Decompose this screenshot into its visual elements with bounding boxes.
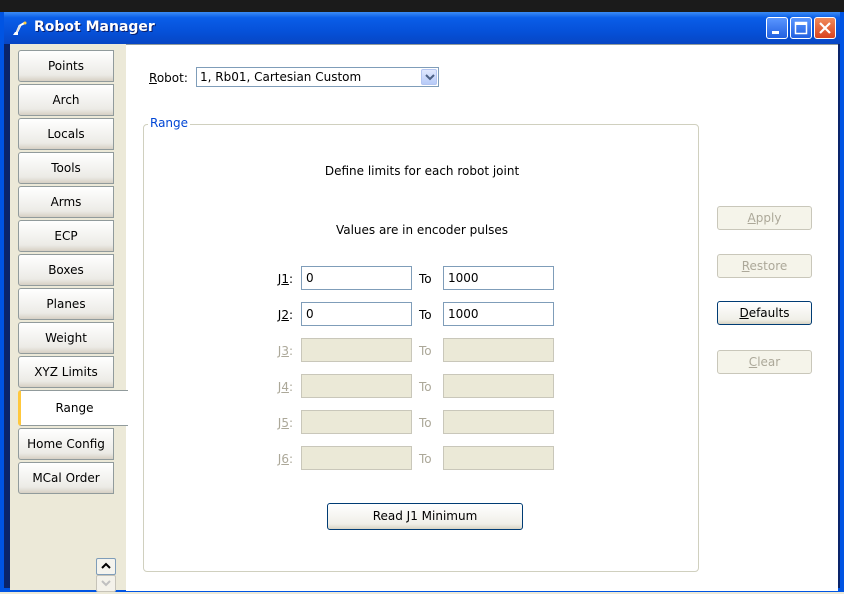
- j2-min-input[interactable]: 0: [301, 302, 412, 326]
- chevron-down-icon: [425, 74, 435, 81]
- j3-max-input[interactable]: [443, 338, 554, 362]
- robot-select-value: 1, Rb01, Cartesian Custom: [200, 70, 362, 84]
- scroll-down-icon: [101, 580, 111, 587]
- j2-label: J2:: [277, 308, 293, 322]
- j1-label: J1:: [277, 272, 293, 286]
- tab-arms[interactable]: Arms: [18, 186, 114, 218]
- minimize-button[interactable]: [766, 17, 788, 39]
- range-info-units: Values are in encoder pulses: [335, 223, 509, 237]
- j3-min-input[interactable]: [301, 338, 412, 362]
- tab-scroll-down-button[interactable]: [96, 575, 116, 592]
- j3-label: J3:: [277, 344, 293, 358]
- clear-button[interactable]: Clear: [717, 350, 812, 374]
- robot-label-text: obot:: [156, 71, 188, 85]
- j5-to-label: To: [419, 416, 432, 430]
- tab-boxes[interactable]: Boxes: [18, 254, 114, 286]
- robot-manager-window: Robot Manager Points Arch Locals Tools A…: [0, 12, 844, 592]
- j5-min-input[interactable]: [301, 410, 412, 434]
- robot-select-dropdown-button[interactable]: [421, 69, 437, 85]
- j5-label: J5:: [277, 416, 293, 430]
- range-page: Robot: 1, Rb01, Cartesian Custom Range D…: [126, 44, 838, 591]
- tab-mcal-order[interactable]: MCal Order: [18, 462, 114, 494]
- scroll-up-icon: [101, 562, 111, 569]
- robot-arm-icon: [13, 21, 27, 35]
- maximize-icon: [794, 21, 808, 35]
- j6-min-input[interactable]: [301, 446, 412, 470]
- robot-label-hotkey: R: [149, 71, 157, 85]
- tab-range[interactable]: Range: [18, 390, 128, 426]
- tab-weight[interactable]: Weight: [18, 322, 114, 354]
- range-group: Range Define limits for each robot joint…: [143, 116, 699, 572]
- j1-to-label: To: [419, 272, 432, 286]
- j5-max-input[interactable]: [443, 410, 554, 434]
- j4-label: J4:: [277, 380, 293, 394]
- defaults-button[interactable]: Defaults: [717, 301, 812, 325]
- title-bar[interactable]: Robot Manager: [4, 12, 840, 44]
- j6-label: J6:: [277, 452, 293, 466]
- tab-xyz-limits[interactable]: XYZ Limits: [18, 356, 114, 388]
- j6-to-label: To: [419, 452, 432, 466]
- tab-points[interactable]: Points: [18, 50, 114, 82]
- robot-select[interactable]: 1, Rb01, Cartesian Custom: [196, 67, 439, 87]
- tab-locals[interactable]: Locals: [18, 118, 114, 150]
- window-title: Robot Manager: [34, 19, 155, 35]
- restore-button[interactable]: Restore: [717, 254, 812, 278]
- j2-max-input[interactable]: 1000: [443, 302, 554, 326]
- tab-arch[interactable]: Arch: [18, 84, 114, 116]
- j4-min-input[interactable]: [301, 374, 412, 398]
- j2-to-label: To: [419, 308, 432, 322]
- robot-label: Robot:: [149, 71, 188, 85]
- tab-tools[interactable]: Tools: [18, 152, 114, 184]
- tab-ecp[interactable]: ECP: [18, 220, 114, 252]
- top-strip: [0, 0, 844, 12]
- apply-button[interactable]: Apply: [717, 206, 812, 230]
- close-button[interactable]: [814, 17, 836, 39]
- tab-planes[interactable]: Planes: [18, 288, 114, 320]
- j1-max-input[interactable]: 1000: [443, 266, 554, 290]
- range-group-title: Range: [148, 116, 191, 130]
- maximize-button[interactable]: [790, 17, 812, 39]
- minimize-icon: [772, 31, 779, 34]
- close-icon: [819, 22, 831, 34]
- j3-to-label: To: [419, 344, 432, 358]
- j4-max-input[interactable]: [443, 374, 554, 398]
- read-j1-minimum-button[interactable]: Read J1 Minimum: [327, 503, 523, 530]
- tab-column: Points Arch Locals Tools Arms ECP Boxes …: [10, 44, 128, 592]
- j6-max-input[interactable]: [443, 446, 554, 470]
- client-area: Points Arch Locals Tools Arms ECP Boxes …: [10, 44, 838, 592]
- tab-home-config[interactable]: Home Config: [18, 428, 114, 460]
- range-info-joints: Define limits for each robot joint: [324, 164, 520, 178]
- j1-min-input[interactable]: 0: [301, 266, 412, 290]
- tab-scroll-up-button[interactable]: [96, 558, 116, 575]
- j4-to-label: To: [419, 380, 432, 394]
